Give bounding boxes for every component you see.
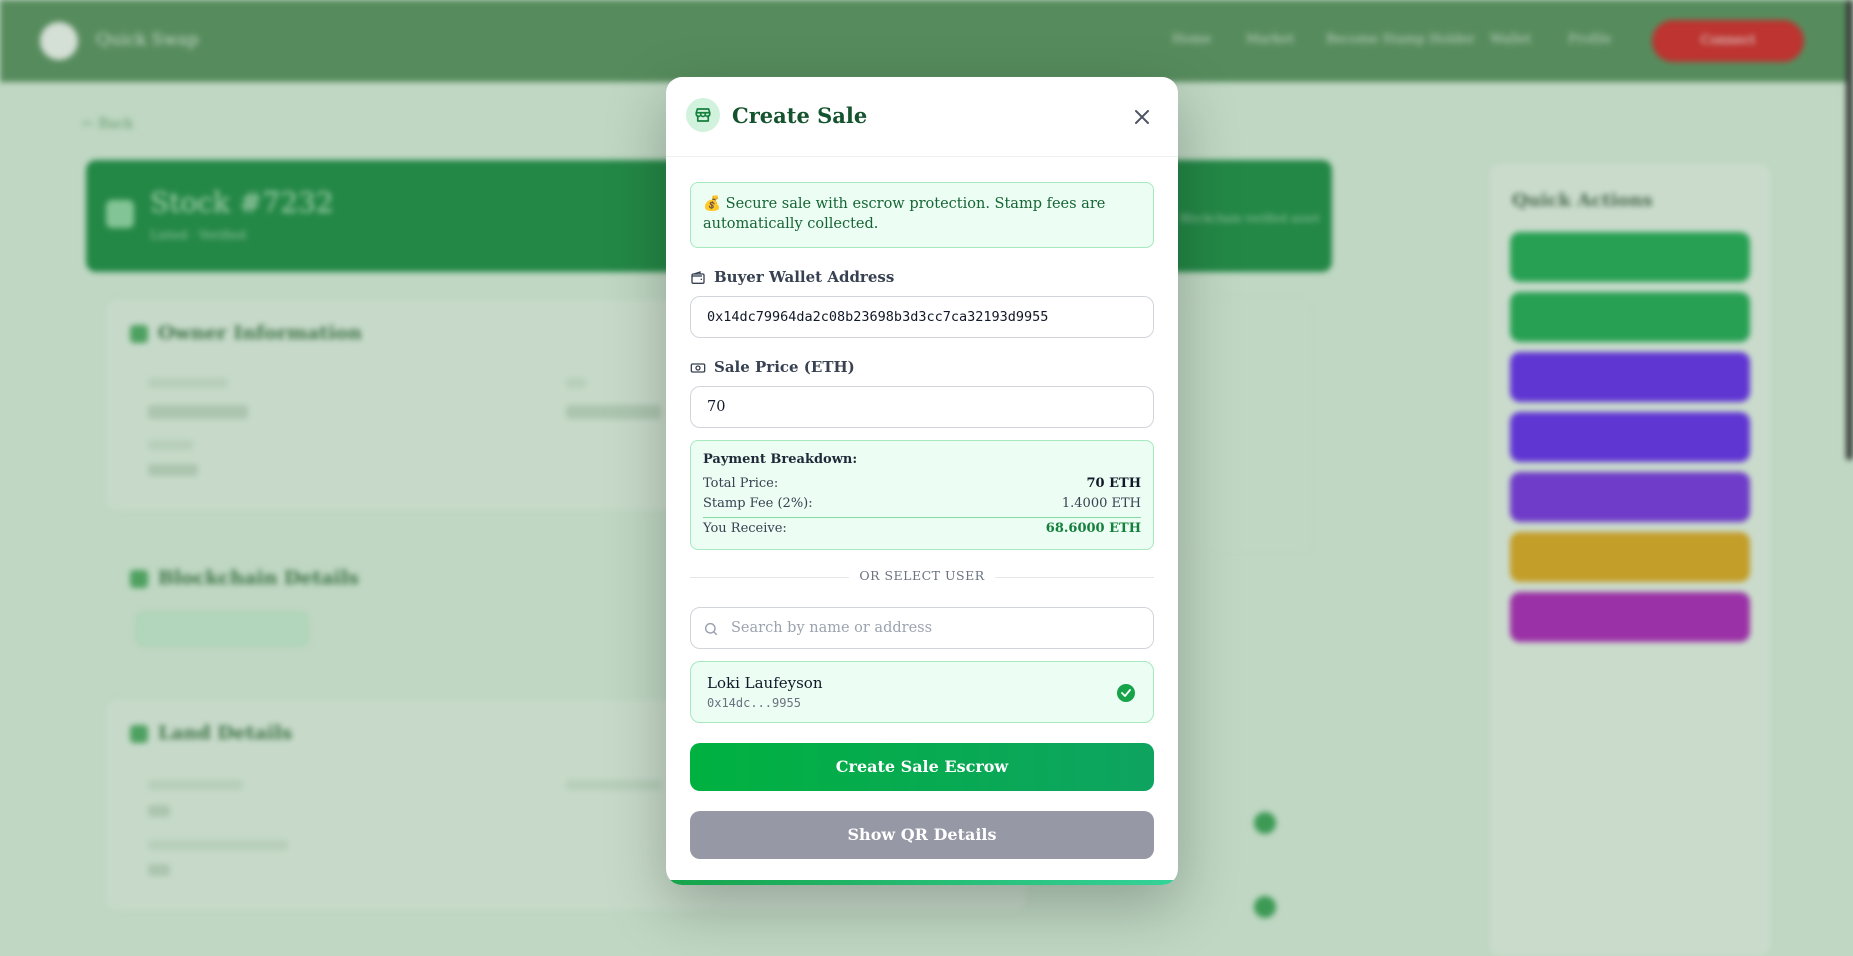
user-name: Loki Laufeyson — [707, 674, 823, 692]
user-address: 0x14dc...9955 — [707, 696, 801, 710]
close-button[interactable] — [1126, 101, 1158, 133]
show-qr-details-button[interactable]: Show QR Details — [690, 811, 1154, 859]
buyer-wallet-label-text: Buyer Wallet Address — [714, 268, 895, 286]
user-search-field[interactable] — [690, 607, 1154, 649]
stamp-fee-value: 1.4000 ETH — [1061, 496, 1141, 511]
stamp-fee-label: Stamp Fee (2%): — [703, 496, 813, 511]
user-search-input[interactable] — [731, 609, 1141, 647]
buyer-wallet-input[interactable] — [690, 296, 1154, 338]
modal-title: Create Sale — [732, 103, 868, 128]
breakdown-divider — [703, 517, 1141, 518]
sale-price-input[interactable] — [690, 386, 1154, 428]
you-receive-label: You Receive: — [703, 521, 787, 536]
escrow-info-banner: 💰 Secure sale with escrow protection. St… — [690, 182, 1154, 248]
store-icon — [686, 98, 720, 132]
total-price-row: Total Price: 70 ETH — [703, 476, 1141, 491]
selected-user-item[interactable]: Loki Laufeyson 0x14dc...9955 — [690, 661, 1154, 723]
close-icon — [1135, 110, 1149, 124]
you-receive-row: You Receive: 68.6000 ETH — [703, 521, 1141, 536]
or-divider: OR SELECT USER — [666, 568, 1178, 583]
create-sale-escrow-button[interactable]: Create Sale Escrow — [690, 743, 1154, 791]
sale-price-label-text: Sale Price (ETH) — [714, 358, 855, 376]
search-icon — [704, 622, 718, 636]
you-receive-value: 68.6000 ETH — [1045, 521, 1141, 536]
money-icon — [690, 363, 706, 373]
modal-bottom-accent — [666, 880, 1178, 885]
create-sale-modal: Create Sale 💰 Secure sale with escrow pr… — [666, 77, 1178, 885]
total-price-value: 70 ETH — [1086, 476, 1141, 491]
modal-header: Create Sale — [666, 77, 1178, 157]
stamp-fee-row: Stamp Fee (2%): 1.4000 ETH — [703, 496, 1141, 511]
breakdown-title: Payment Breakdown: — [703, 452, 858, 467]
wallet-icon — [691, 271, 705, 284]
or-divider-text: OR SELECT USER — [849, 568, 995, 583]
total-price-label: Total Price: — [703, 476, 779, 491]
check-icon — [1117, 684, 1135, 702]
payment-breakdown: Payment Breakdown: Total Price: 70 ETH S… — [690, 440, 1154, 550]
